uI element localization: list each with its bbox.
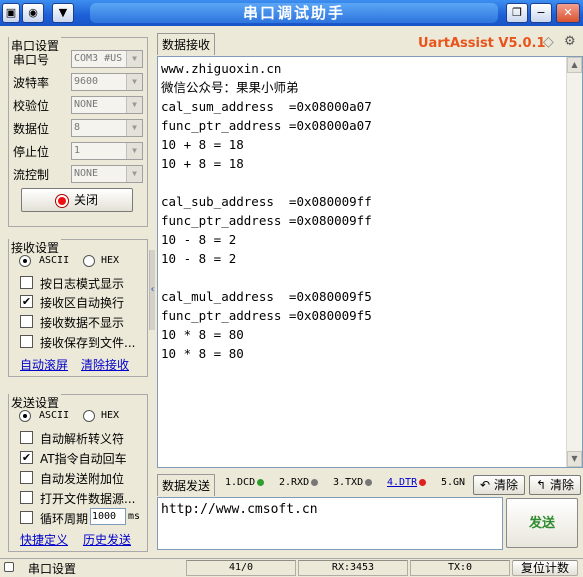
pin-txd: 3.TXD [333, 477, 373, 488]
flow-select[interactable]: NONE ▼ [71, 165, 143, 183]
recv-ascii-radio[interactable] [19, 255, 31, 267]
send-settings-label: 发送设置 [9, 394, 62, 411]
chevron-down-icon: ▼ [126, 143, 142, 159]
reset-count-button[interactable]: 复位计数 [512, 560, 578, 576]
auto-scroll-link[interactable]: 自动滚屏 [20, 356, 68, 373]
send-ascii-radio[interactable] [19, 410, 31, 422]
send-input[interactable]: http://www.cmsoft.cn [157, 497, 503, 550]
shortcut-link[interactable]: 快捷定义 [20, 531, 68, 548]
port-select[interactable]: COM3 #US ▼ [71, 50, 143, 68]
hide-data-checkbox[interactable] [20, 315, 33, 328]
pin-rxd: 2.RXD [279, 477, 319, 488]
chevron-down-icon: ▼ [126, 51, 142, 67]
chevron-down-icon: ▼ [126, 120, 142, 136]
clear-send-2-button[interactable]: ↰ 清除 [529, 475, 581, 495]
status-rx: RX:3453 [298, 560, 408, 576]
chevron-down-icon: ▼ [126, 74, 142, 90]
pin-dcd: 1.DCD [225, 477, 265, 488]
settings-icon[interactable]: ⚙ [564, 34, 576, 49]
tab-receive[interactable]: 数据接收 [157, 33, 216, 55]
send-ascii-label: ASCII [39, 410, 70, 421]
databits-select[interactable]: 8 ▼ [71, 119, 143, 137]
auto-wrap-checkbox[interactable]: ✔ [20, 295, 33, 308]
append-bits-checkbox[interactable] [20, 471, 33, 484]
return-icon: ↰ [536, 478, 547, 492]
pin-gnd: 5.GN [441, 477, 466, 488]
baud-label: 波特率 [13, 76, 50, 90]
dropdown-icon[interactable]: ▼ [52, 3, 74, 23]
flow-label: 流控制 [13, 168, 50, 182]
at-newline-checkbox[interactable]: ✔ [20, 451, 33, 464]
restore-icon[interactable]: ❐ [506, 3, 528, 23]
save-file-label: 接收保存到文件... [40, 336, 136, 350]
recv-hex-label: HEX [101, 255, 120, 266]
append-bits-label: 自动发送附加位 [40, 472, 125, 486]
file-source-label: 打开文件数据源... [40, 492, 136, 506]
scroll-down-icon[interactable]: ▼ [567, 451, 582, 467]
dcd-indicator-icon [257, 478, 265, 486]
system-menu-icon[interactable]: ▣ [2, 3, 20, 23]
brand-label: UartAssist V5.0.1 [418, 36, 546, 51]
close-icon[interactable]: ✕ [556, 3, 580, 23]
undo-icon: ↶ [480, 478, 491, 492]
stopbits-label: 停止位 [13, 145, 50, 159]
pin-dtr[interactable]: 4.DTR [387, 477, 427, 488]
panel-collapse-handle[interactable]: ‹ [149, 250, 155, 330]
databits-label: 数据位 [13, 122, 50, 136]
close-port-button[interactable]: 关闭 [21, 188, 133, 212]
parity-label: 校验位 [13, 99, 50, 113]
status-tx: TX:0 [410, 560, 510, 576]
stopbits-select[interactable]: 1 ▼ [71, 142, 143, 160]
dtr-indicator-icon [419, 478, 427, 486]
send-settings-group: 发送设置 ASCII HEX 自动解析转义符 ✔ AT指令自动回车 自动发送附加… [8, 394, 148, 552]
log-mode-checkbox[interactable] [20, 276, 33, 289]
serial-settings-group: 串口设置 串口号 COM3 #US ▼ 波特率 9600 ▼ 校验位 NONE ▼ 数… [8, 37, 148, 227]
receive-text-area[interactable]: www.zhiguoxin.cn 微信公众号：果果小师弟 cal_sum_add… [157, 56, 583, 468]
loop-period-checkbox[interactable] [20, 511, 33, 524]
status-label: 串口设置 [28, 562, 77, 576]
parity-select[interactable]: NONE ▼ [71, 96, 143, 114]
status-port-icon [4, 562, 14, 572]
loop-period-label: 循环周期 [40, 512, 89, 526]
title-bar: ▣ ◉ ▼ 串口调试助手 ❐ − ✕ [0, 0, 583, 26]
txd-indicator-icon [365, 478, 373, 486]
log-mode-label: 按日志模式显示 [40, 277, 125, 291]
escape-parse-label: 自动解析转义符 [40, 432, 125, 446]
file-source-checkbox[interactable] [20, 491, 33, 504]
chevron-down-icon: ▼ [126, 97, 142, 113]
receive-scrollbar[interactable]: ▲ ▼ [566, 57, 582, 467]
status-light-icon [55, 194, 68, 207]
status-progress: 41/0 [186, 560, 296, 576]
receive-settings-label: 接收设置 [9, 239, 62, 256]
history-link[interactable]: 历史发送 [83, 531, 131, 548]
hide-data-label: 接收数据不显示 [40, 316, 125, 330]
baud-select[interactable]: 9600 ▼ [71, 73, 143, 91]
receive-settings-group: 接收设置 ASCII HEX 按日志模式显示 ✔ 接收区自动换行 接收数据不显示… [8, 239, 148, 377]
send-tab-bar: 数据发送 1.DCD 2.RXD 3.TXD 4.DTR 5.GN ↶ 清除 ↰… [157, 474, 583, 496]
rxd-indicator-icon [311, 478, 319, 486]
window-title: 串口调试助手 [90, 3, 498, 23]
port-label: 串口号 [13, 53, 50, 67]
recv-hex-radio[interactable] [83, 255, 95, 267]
send-hex-label: HEX [101, 410, 120, 421]
save-file-checkbox[interactable] [20, 335, 33, 348]
clear-receive-link[interactable]: 清除接收 [81, 356, 129, 373]
status-bar: 串口设置 41/0 RX:3453 TX:0 复位计数 [0, 558, 583, 576]
escape-parse-checkbox[interactable] [20, 431, 33, 444]
tab-send[interactable]: 数据发送 [157, 474, 216, 496]
clear-send-button[interactable]: ↶ 清除 [473, 475, 525, 495]
minimize-icon[interactable]: − [530, 3, 552, 23]
at-newline-label: AT指令自动回车 [40, 452, 127, 466]
receive-text: www.zhiguoxin.cn 微信公众号：果果小师弟 cal_sum_add… [161, 61, 372, 361]
chevron-down-icon: ▼ [126, 166, 142, 182]
period-input[interactable]: 1000 [90, 508, 126, 525]
diamond-icon[interactable]: ◇ [543, 34, 554, 50]
auto-wrap-label: 接收区自动换行 [40, 296, 125, 310]
recv-ascii-label: ASCII [39, 255, 70, 266]
scroll-up-icon[interactable]: ▲ [567, 57, 582, 73]
period-unit: ms [128, 511, 141, 522]
send-button[interactable]: 发送 [506, 498, 578, 548]
send-hex-radio[interactable] [83, 410, 95, 422]
pin-icon[interactable]: ◉ [22, 3, 44, 23]
